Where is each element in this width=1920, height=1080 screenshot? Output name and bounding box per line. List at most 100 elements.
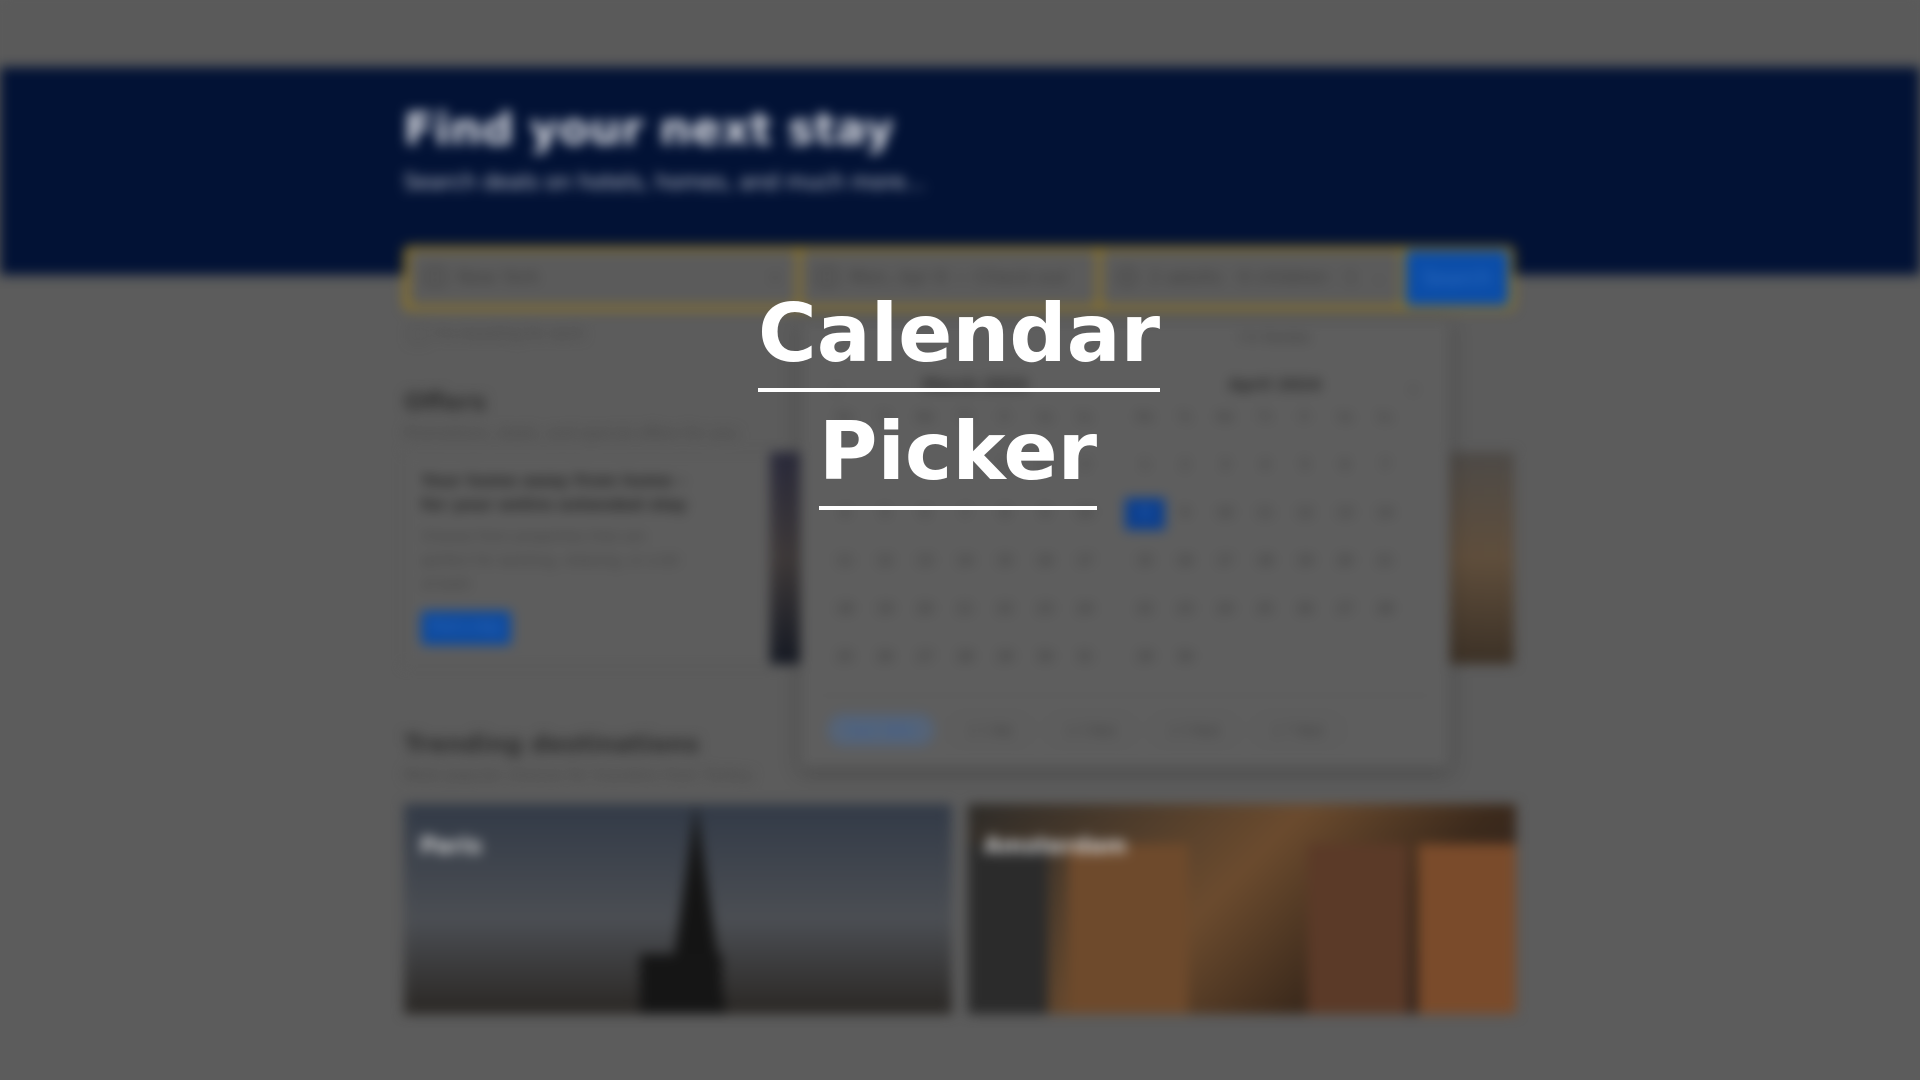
calendar-day[interactable]: 24	[1205, 594, 1245, 626]
bed-icon	[425, 268, 445, 286]
calendar-day[interactable]: 26	[865, 642, 905, 674]
calendar-day[interactable]: 31	[1065, 642, 1105, 674]
destination-name: Paris	[420, 834, 482, 859]
flexible-date-chip[interactable]: ± 7 days	[1254, 715, 1342, 745]
calendar-day[interactable]: 18	[825, 594, 865, 626]
calendar-day[interactable]: 29	[1125, 642, 1165, 674]
flexible-date-chip[interactable]: ± 3 days	[1150, 715, 1239, 745]
overlay-title: Calendar Picker	[758, 284, 1161, 520]
calendar-day[interactable]: 2	[1165, 450, 1205, 482]
calendar-day[interactable]: 11	[825, 546, 865, 578]
calendar-day[interactable]: 28	[1365, 594, 1405, 626]
building-image	[1418, 844, 1516, 1014]
checkbox-box[interactable]	[410, 326, 426, 342]
hero-banner	[0, 67, 1920, 275]
offer-card-description: Choose from properties that are perfect …	[421, 529, 679, 593]
destination-card-amsterdam[interactable]: Amsterdam	[968, 804, 1516, 1014]
weekday-label: Th	[1257, 410, 1273, 424]
screen: Find your next stay Search deals on hote…	[0, 0, 1920, 1080]
building-image	[1308, 844, 1408, 1014]
work-trip-checkbox[interactable]: I'm traveling for work	[410, 326, 584, 342]
calendar-day-empty	[1285, 642, 1325, 674]
calendar-day[interactable]: 21	[945, 594, 985, 626]
calendar-day[interactable]: 20	[1325, 546, 1365, 578]
weekday-header: Mo Tu We Th Fr Sa Su	[1125, 410, 1425, 434]
find-a-stay-button[interactable]: Find a stay	[421, 611, 511, 645]
calendar-day[interactable]: 26	[1285, 594, 1325, 626]
work-trip-label: I'm traveling for work	[434, 326, 585, 342]
flexible-date-chip[interactable]: ± 1 day	[949, 715, 1031, 745]
calendar-day-empty	[1325, 642, 1365, 674]
calendar-day[interactable]: 9	[1165, 498, 1205, 530]
calendar-day-empty	[1365, 642, 1405, 674]
destination-name: Amsterdam	[984, 834, 1127, 859]
calendar-day[interactable]: 27	[1325, 594, 1365, 626]
divider	[817, 695, 1433, 696]
offer-image-right	[1444, 452, 1514, 664]
calendar-day[interactable]: 16	[1165, 546, 1205, 578]
trending-title: Trending destinations	[404, 730, 700, 758]
calendar-week-row: 1234567	[1125, 450, 1425, 482]
calendar-day[interactable]: 30	[1165, 642, 1205, 674]
calendar-day[interactable]: 12	[1285, 498, 1325, 530]
calendar-day[interactable]: 29	[985, 642, 1025, 674]
calendar-day[interactable]: 25	[1245, 594, 1285, 626]
flexible-tab[interactable]: I'm flexible	[1239, 331, 1310, 346]
blurred-background-page: Find your next stay Search deals on hote…	[0, 0, 1920, 1080]
calendar-day[interactable]: 23	[1025, 594, 1065, 626]
overlay-title-line-2: Picker	[818, 402, 1098, 510]
weekday-label: Su	[1377, 410, 1393, 424]
calendar-day[interactable]: 23	[1165, 594, 1205, 626]
calendar-day[interactable]: 15	[1125, 546, 1165, 578]
calendar-day[interactable]: 28	[945, 642, 985, 674]
weekday-label: Fr	[1299, 410, 1311, 424]
calendar-day[interactable]: 27	[905, 642, 945, 674]
calendar-day[interactable]: 19	[1285, 546, 1325, 578]
offers-title: Offers	[404, 388, 487, 416]
calendar-day[interactable]: 6	[1325, 450, 1365, 482]
calendar-month: April 2024 Mo Tu We Th Fr Sa Su 1 2 3 4 5 6 7 8 9 10 11 12 1…	[1125, 375, 1425, 674]
calendar-week-row: 29 30	[1125, 642, 1425, 674]
calendar-day[interactable]: 14	[945, 546, 985, 578]
offer-card: Your home away from home – for your enti…	[404, 452, 776, 666]
flexible-date-options: Exact dates ± 1 day ± 2 days ± 3 days ± 7 da…	[829, 715, 1358, 745]
offer-card-title: Your home away from home – for your enti…	[421, 471, 687, 514]
calendar-day[interactable]: 13	[1325, 498, 1365, 530]
calendar-day[interactable]: 19	[865, 594, 905, 626]
eiffel-tower-base	[640, 954, 722, 1014]
calendar-day[interactable]: 14	[1365, 498, 1405, 530]
calendar-day[interactable]: 22	[1125, 594, 1165, 626]
calendar-day[interactable]: 10	[1205, 498, 1245, 530]
calendar-week-row: 25 26 27 28 29 30 31	[825, 642, 1125, 674]
calendar-day[interactable]: 11	[1245, 498, 1285, 530]
calendar-day[interactable]: 17	[1065, 546, 1105, 578]
calendar-day[interactable]: 18	[1245, 546, 1285, 578]
calendar-day[interactable]: 5	[1285, 450, 1325, 482]
calendar-day[interactable]: 21	[1365, 546, 1405, 578]
calendar-day[interactable]: 7	[1365, 450, 1405, 482]
hero-subtitle: Search deals on hotels, homes, and much …	[404, 170, 926, 194]
calendar-day-empty	[1245, 642, 1285, 674]
calendar-day[interactable]: 15	[985, 546, 1025, 578]
destination-field[interactable]: New York ×	[409, 250, 797, 306]
flexible-date-chip[interactable]: Exact dates	[829, 715, 934, 745]
building-image	[1068, 844, 1188, 1014]
calendar-day[interactable]: 4	[1245, 450, 1285, 482]
calendar-day[interactable]: 24	[1065, 594, 1105, 626]
search-button[interactable]: Search	[1405, 250, 1509, 306]
flexible-date-chip[interactable]: ± 2 days	[1046, 715, 1135, 745]
calendar-day[interactable]: 25	[825, 642, 865, 674]
calendar-day[interactable]: 22	[985, 594, 1025, 626]
calendar-day[interactable]: 20	[905, 594, 945, 626]
calendar-day[interactable]: 3	[1205, 450, 1245, 482]
destination-card-paris[interactable]: Paris	[404, 804, 952, 1014]
calendar-day[interactable]: 16	[1025, 546, 1065, 578]
calendar-day[interactable]: 30	[1025, 642, 1065, 674]
calendar-week-row: 22 23 24 25 26 27 28	[1125, 594, 1425, 626]
top-navigation-bar	[0, 0, 1920, 67]
weekday-label: We	[1215, 410, 1235, 424]
calendar-day[interactable]: 12	[865, 546, 905, 578]
calendar-week-row: 18 19 20 21 22 23 24	[825, 594, 1125, 626]
calendar-day[interactable]: 13	[905, 546, 945, 578]
calendar-day[interactable]: 17	[1205, 546, 1245, 578]
